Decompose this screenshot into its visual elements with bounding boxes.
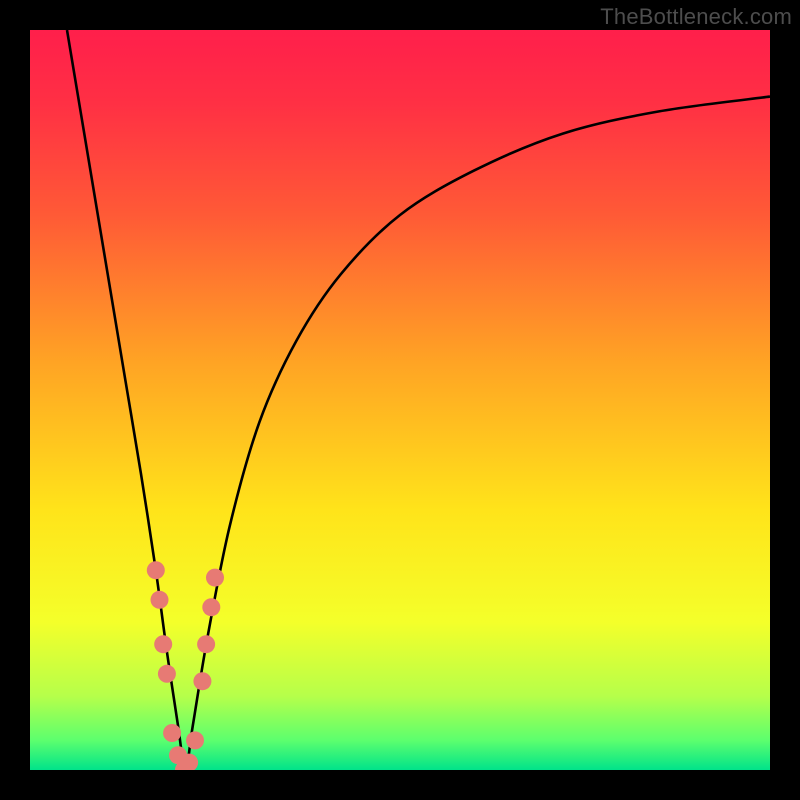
gradient-background: [30, 30, 770, 770]
data-dot: [158, 665, 176, 683]
data-dot: [206, 569, 224, 587]
data-dot: [202, 598, 220, 616]
chart-frame: TheBottleneck.com: [0, 0, 800, 800]
data-dot: [154, 635, 172, 653]
data-dot: [147, 561, 165, 579]
data-dot: [151, 591, 169, 609]
chart-svg: [30, 30, 770, 770]
data-dot: [163, 724, 181, 742]
data-dot: [193, 672, 211, 690]
watermark-text: TheBottleneck.com: [600, 4, 792, 30]
data-dot: [197, 635, 215, 653]
data-dot: [186, 731, 204, 749]
plot-area: [30, 30, 770, 770]
